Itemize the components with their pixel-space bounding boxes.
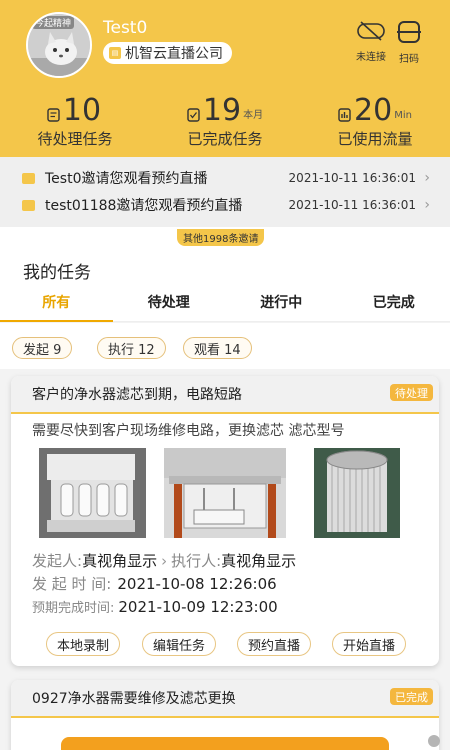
stat-pending-label: 待处理任务 [37, 130, 113, 148]
disconnected-icon [357, 21, 385, 41]
task-card-header: 0927净水器需要维修及滤芯更换 已完成 [11, 680, 439, 718]
start-time-line: 发 起 时 间: 2021-10-08 12:26:06 [32, 573, 277, 594]
stat-traffic-label: 已使用流量 [337, 130, 413, 148]
chevron-right-icon: › [424, 197, 430, 213]
avatar-badge: 今起精神 [32, 16, 75, 29]
stat-traffic[interactable]: 20 Min 已使用流量 [300, 93, 450, 149]
chevron-right-icon: › [161, 551, 168, 570]
traffic-icon [338, 108, 351, 122]
notice-time: 2021-10-11 16:36:01 [288, 198, 416, 212]
message-icon [22, 172, 35, 184]
filter-initiated[interactable]: 发起 9 [12, 337, 73, 359]
scan-button[interactable]: 扫码 [388, 20, 430, 65]
company-name: 机智云直播公司 [125, 46, 223, 62]
water-purifier-photo[interactable] [39, 448, 146, 538]
scan-label: 扫码 [399, 54, 419, 65]
connection-status-button[interactable]: 未连接 [350, 20, 392, 63]
initiator-name: 真视角显示 [82, 552, 158, 570]
assignee-line: 发起人: 真视角显示 › 执行人: 真视角显示 [32, 550, 296, 571]
building-icon: ▤ [109, 47, 121, 59]
stat-traffic-unit: Min [394, 110, 412, 121]
task-description: 需要尽快到客户现场维修电路，更换滤芯 滤芯型号 [32, 423, 345, 439]
stat-completed-value: 19 [202, 93, 242, 128]
scan-icon [397, 21, 421, 43]
status-badge: 待处理 [390, 384, 433, 401]
username: Test0 [103, 18, 148, 38]
local-record-button[interactable]: 本地录制 [46, 632, 121, 656]
task-title: 0927净水器需要维修及滤芯更换 [32, 691, 236, 707]
notice-item[interactable]: Test0邀请您观看预约直播 2021-10-11 16:36:01 › [0, 166, 450, 190]
pending-task-icon [47, 108, 60, 122]
executor-label: 执行人: [171, 552, 222, 570]
stat-completed-label: 已完成任务 [187, 130, 263, 148]
profile-header: 今起精神 Test0 ▤ 机智云直播公司 未连接 扫码 10 待处理任务 19 … [0, 0, 450, 157]
task-card-header: 客户的净水器滤芯到期，电路短路 待处理 [11, 376, 439, 414]
executor-name: 真视角显示 [221, 552, 297, 570]
connection-status-label: 未连接 [356, 52, 386, 63]
create-task-button[interactable] [61, 737, 389, 750]
due-time-line: 预期完成时间: 2021-10-09 12:23:00 [32, 597, 278, 617]
message-icon [22, 199, 35, 211]
tab-in-progress[interactable]: 进行中 [225, 289, 338, 321]
stat-completed[interactable]: 19 本月 已完成任务 [150, 93, 300, 149]
sink-installation-photo[interactable] [164, 448, 286, 538]
scroll-indicator[interactable] [428, 735, 440, 747]
tab-all[interactable]: 所有 [0, 289, 113, 322]
edit-task-button[interactable]: 编辑任务 [142, 632, 217, 656]
task-tabs: 所有 待处理 进行中 已完成 [0, 289, 450, 322]
due-time-value: 2021-10-09 12:23:00 [118, 597, 278, 616]
stat-pending[interactable]: 10 待处理任务 [0, 93, 150, 149]
stat-completed-unit: 本月 [243, 110, 264, 121]
stat-traffic-value: 20 [354, 93, 393, 128]
tab-pending[interactable]: 待处理 [113, 289, 226, 321]
chevron-right-icon: › [424, 170, 430, 186]
schedule-live-button[interactable]: 预约直播 [237, 632, 312, 656]
filter-executed[interactable]: 执行 12 [97, 337, 166, 359]
more-invites-tag[interactable]: 其他1998条邀请 [177, 229, 265, 246]
invitation-notices: Test0邀请您观看预约直播 2021-10-11 16:36:01 › tes… [0, 157, 450, 227]
notice-time: 2021-10-11 16:36:01 [288, 171, 416, 185]
company-pill: ▤ 机智云直播公司 [103, 42, 232, 64]
notice-item[interactable]: test01188邀请您观看预约直播 2021-10-11 16:36:01 › [0, 193, 450, 217]
filter-chips: 发起 9 执行 12 观看 14 [0, 323, 450, 369]
task-title: 客户的净水器滤芯到期，电路短路 [32, 387, 242, 403]
section-title: 我的任务 [23, 263, 91, 283]
due-time-label: 预期完成时间: [32, 601, 115, 616]
tab-completed[interactable]: 已完成 [338, 289, 450, 321]
start-live-button[interactable]: 开始直播 [332, 632, 407, 656]
filter-watched[interactable]: 观看 14 [183, 337, 252, 359]
done-task-icon [187, 108, 200, 122]
status-badge: 已完成 [390, 688, 433, 705]
start-time-value: 2021-10-08 12:26:06 [117, 574, 277, 593]
avatar[interactable]: 今起精神 [26, 12, 92, 78]
notice-text: test01188邀请您观看预约直播 [45, 198, 243, 214]
start-time-label: 发 起 时 间: [32, 575, 112, 593]
stat-pending-value: 10 [62, 93, 102, 128]
filter-cartridge-photo[interactable] [314, 448, 400, 538]
notice-text: Test0邀请您观看预约直播 [45, 171, 208, 187]
initiator-label: 发起人: [32, 552, 83, 570]
task-card[interactable]: 客户的净水器滤芯到期，电路短路 待处理 需要尽快到客户现场维修电路，更换滤芯 滤… [11, 376, 439, 666]
stats-row: 10 待处理任务 19 本月 已完成任务 20 Min 已使用流量 [0, 93, 450, 149]
